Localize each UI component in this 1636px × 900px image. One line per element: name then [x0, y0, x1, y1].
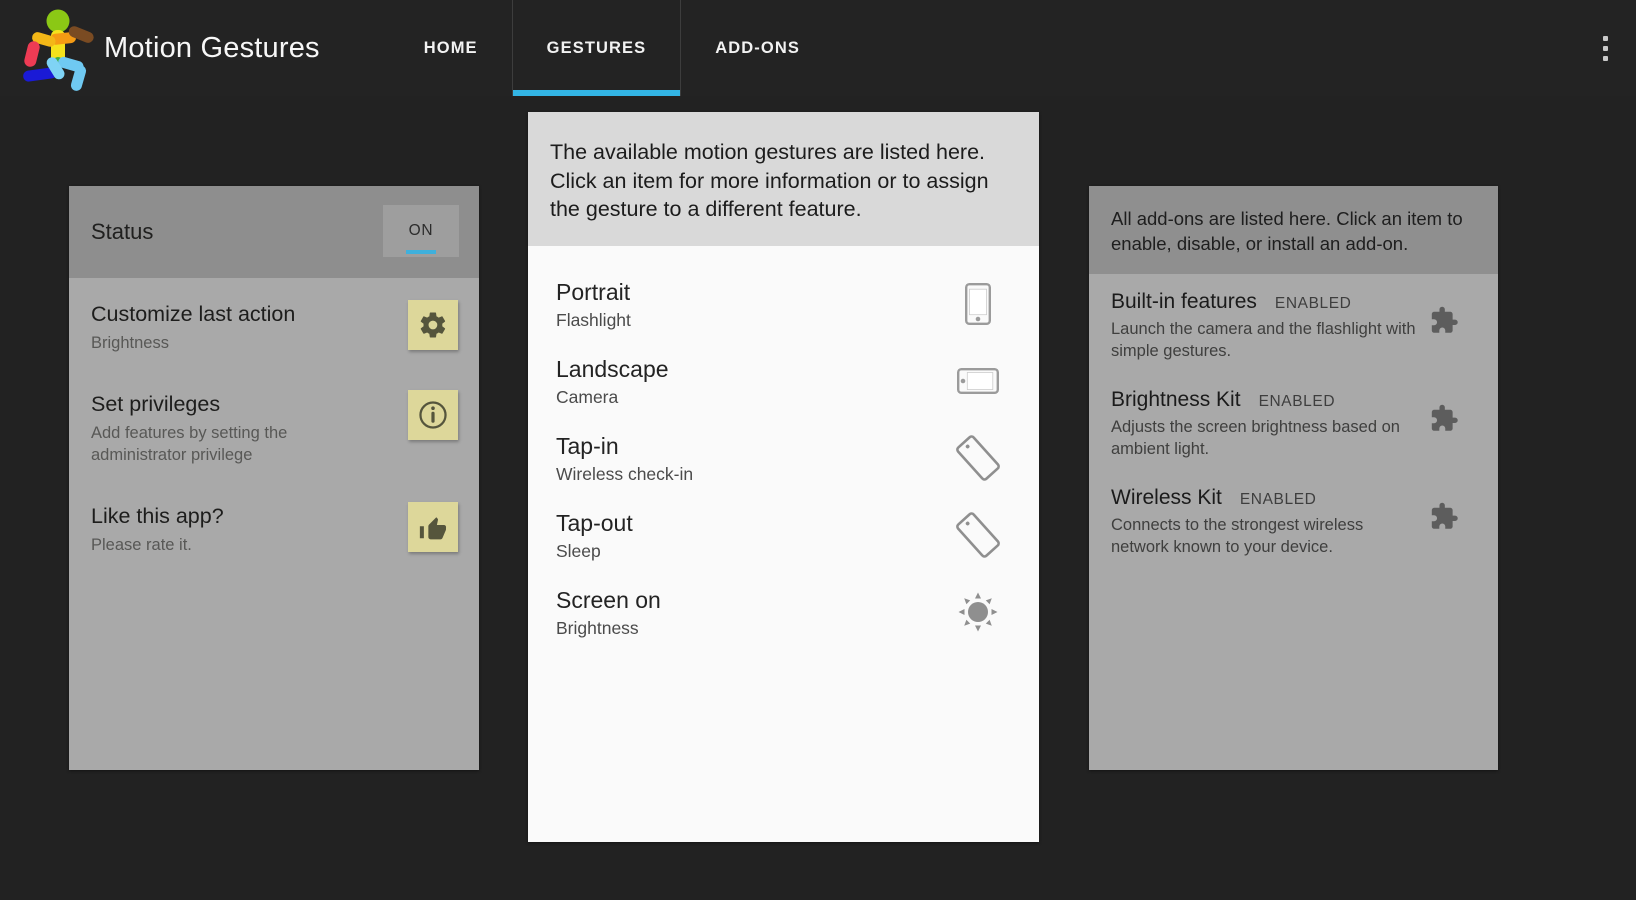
more-vert-icon[interactable] [1574, 0, 1636, 96]
addon-title: Built-in features [1111, 290, 1257, 313]
more-dot [1602, 55, 1608, 61]
brightness-icon [955, 589, 1001, 635]
gesture-item-screen-on[interactable]: Screen on Brightness [528, 574, 1039, 651]
addon-item-wireless-kit[interactable]: Wireless Kit ENABLED Connects to the str… [1089, 470, 1498, 568]
status-badge: ENABLED [1239, 491, 1317, 508]
app-title: Motion Gestures [104, 31, 320, 64]
row-title: Customize last action [91, 302, 296, 326]
gesture-name: Screen on [556, 586, 661, 613]
tab-gestures-label: GESTURES [546, 38, 647, 57]
info-icon[interactable] [408, 390, 458, 440]
gesture-name: Landscape [556, 355, 669, 382]
gesture-item-landscape[interactable]: Landscape Camera [528, 343, 1039, 420]
gesture-item-tap-out[interactable]: Tap-out Sleep [528, 497, 1039, 574]
gestures-banner-text: The available motion gestures are listed… [550, 140, 989, 221]
addon-title: Wireless Kit [1111, 486, 1222, 509]
gesture-action: Flashlight [556, 309, 631, 330]
addons-banner: All add-ons are listed here. Click an it… [1089, 186, 1498, 274]
addons-banner-text: All add-ons are listed here. Click an it… [1111, 208, 1463, 254]
gesture-action: Brightness [556, 617, 639, 638]
status-label: Status [91, 219, 154, 244]
addon-description: Connects to the strongest wireless netwo… [1111, 516, 1364, 556]
status-badge: ENABLED [1258, 393, 1336, 410]
row-title: Like this app? [91, 504, 224, 528]
gesture-name: Portrait [556, 278, 631, 305]
gestures-list: Portrait Flashlight Landscape Camera Tap… [528, 246, 1039, 651]
gear-icon[interactable] [408, 300, 458, 350]
addon-description: Launch the camera and the flashlight wit… [1111, 320, 1416, 360]
tab-gestures[interactable]: GESTURES [511, 0, 682, 96]
phone-landscape-icon [955, 358, 1001, 404]
tab-home[interactable]: HOME [390, 0, 512, 96]
gesture-name: Tap-out [556, 509, 633, 536]
status-toggle-value: ON [408, 222, 434, 239]
gesture-item-portrait[interactable]: Portrait Flashlight [528, 266, 1039, 343]
gesture-action: Camera [556, 386, 619, 407]
gesture-action: Sleep [556, 540, 601, 561]
tab-add-ons[interactable]: ADD-ONS [681, 0, 834, 96]
addon-description: Adjusts the screen brightness based on a… [1111, 418, 1400, 458]
puzzle-piece-icon [1426, 304, 1460, 338]
addon-item-brightness-kit[interactable]: Brightness Kit ENABLED Adjusts the scree… [1089, 372, 1498, 470]
thumbs-up-icon[interactable] [408, 502, 458, 552]
gestures-banner: The available motion gestures are listed… [528, 112, 1039, 246]
status-card: Status ON Customize last action Brightne… [69, 186, 479, 770]
gesture-name: Tap-in [556, 432, 619, 459]
addon-header: Brightness Kit ENABLED [1111, 386, 1422, 414]
gesture-action: Wireless check-in [556, 463, 694, 484]
addon-header: Wireless Kit ENABLED [1111, 484, 1422, 512]
phone-tilt-icon [955, 512, 1001, 558]
list-item-set-privileges[interactable]: Set privileges Add features by setting t… [69, 368, 479, 480]
row-subtitle: Please rate it. [91, 536, 192, 554]
row-subtitle: Add features by setting the administrato… [91, 424, 288, 464]
status-toggle-button[interactable]: ON [383, 205, 459, 257]
tab-home-label: HOME [423, 38, 478, 57]
addon-header: Built-in features ENABLED [1111, 288, 1422, 316]
puzzle-piece-icon [1426, 402, 1460, 436]
row-subtitle: Brightness [91, 334, 169, 352]
more-dot [1602, 35, 1608, 41]
running-figure-logo-icon [18, 7, 98, 91]
addon-item-built-in-features[interactable]: Built-in features ENABLED Launch the cam… [1089, 274, 1498, 372]
row-title: Set privileges [91, 392, 221, 416]
more-dot [1602, 45, 1608, 51]
tab-bar: HOME GESTURES ADD-ONS [390, 0, 834, 96]
app-bar: Motion Gestures HOME GESTURES ADD-ONS [0, 0, 1636, 96]
puzzle-piece-icon [1426, 500, 1460, 534]
addon-title: Brightness Kit [1111, 388, 1241, 411]
gestures-card: The available motion gestures are listed… [528, 112, 1039, 842]
addons-card: All add-ons are listed here. Click an it… [1089, 186, 1498, 770]
phone-portrait-icon [955, 281, 1001, 327]
app-brand: Motion Gestures [0, 0, 320, 96]
phone-tilt-icon [955, 435, 1001, 481]
tab-add-ons-label: ADD-ONS [715, 38, 800, 57]
gesture-item-tap-in[interactable]: Tap-in Wireless check-in [528, 420, 1039, 497]
status-header: Status ON [69, 186, 479, 278]
list-item-like-this-app[interactable]: Like this app? Please rate it. [69, 480, 479, 570]
status-badge: ENABLED [1274, 295, 1352, 312]
list-item-customize-last-action[interactable]: Customize last action Brightness [69, 278, 479, 368]
